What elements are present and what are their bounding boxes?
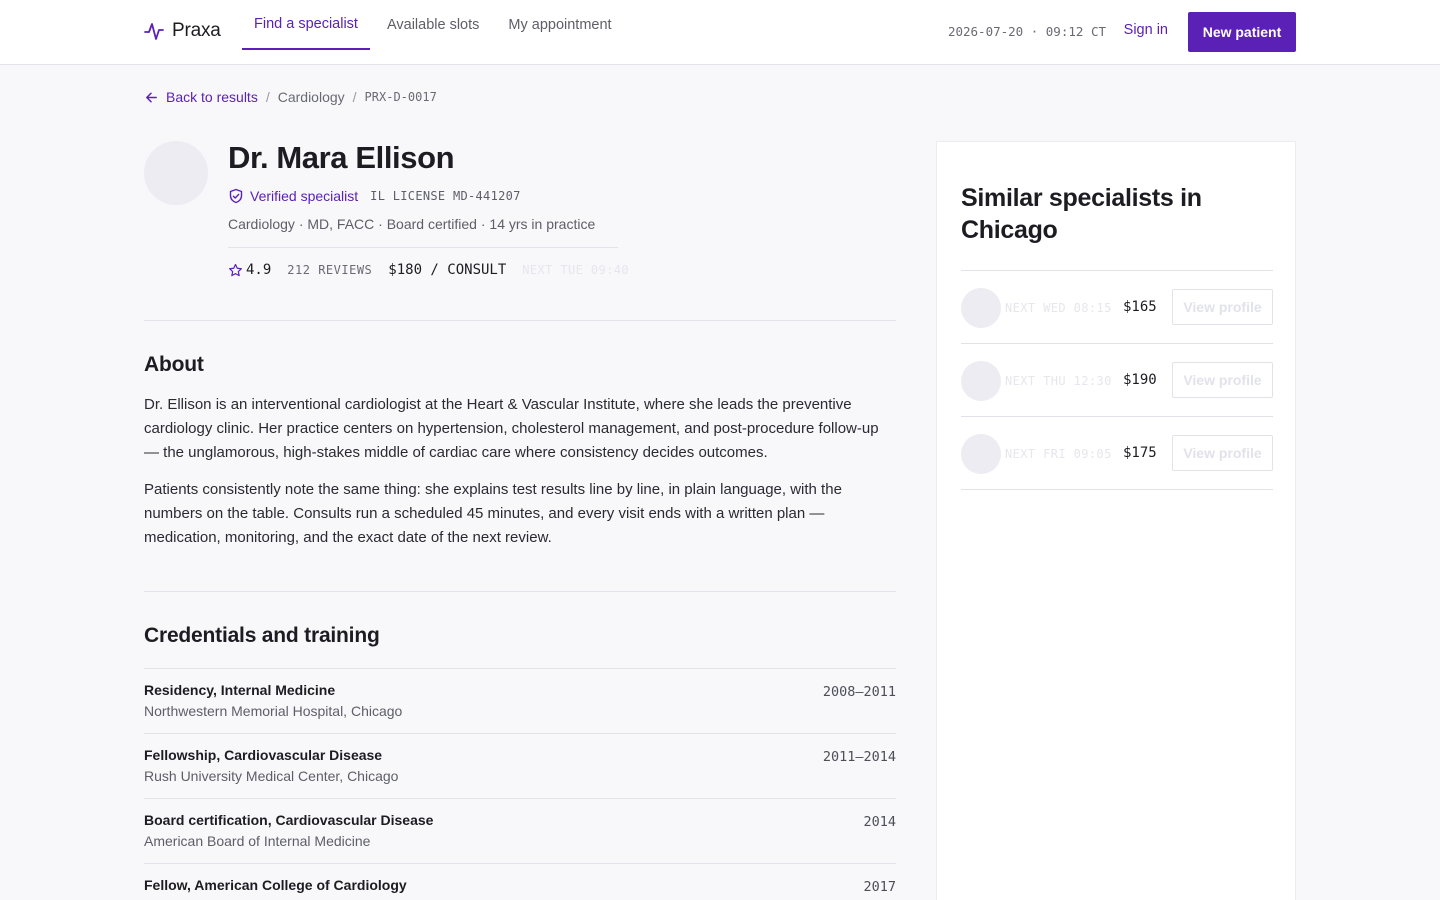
credential-title: Fellow, American College of Cardiology [144, 877, 407, 893]
specialist-price: $190 [1123, 372, 1157, 388]
arrow-left-icon [146, 92, 157, 102]
breadcrumb-doctor-code: PRX-D-0017 [364, 90, 437, 104]
specialist-price: $165 [1123, 299, 1157, 315]
brand-name: Praxa [172, 20, 221, 41]
about-title: About [144, 353, 204, 376]
stats-row: 4.9 212 REVIEWS $180 / CONSULT NEXT TUE … [228, 262, 629, 278]
verification-row: Verified specialist IL LICENSE MD-441207 [228, 188, 521, 204]
specialist-next-slot: NEXT WED 08:15 [1005, 301, 1112, 315]
new-patient-button[interactable]: New patient [1188, 12, 1296, 52]
credential-year: 2017 [863, 879, 896, 895]
credential-row: Board certification, Cardiovascular Dise… [144, 798, 896, 863]
specialist-price: $175 [1123, 445, 1157, 461]
tab-available-slots[interactable]: Available slots [375, 0, 491, 50]
similar-specialist-row: NEXT THU 12:30 $190 View profile [961, 344, 1273, 417]
verified-badge: Verified specialist [250, 188, 359, 204]
sign-in-link[interactable]: Sign in [1124, 22, 1168, 38]
credential-title: Residency, Internal Medicine [144, 682, 336, 698]
credential-row: Fellow, American College of Cardiology 2… [144, 863, 896, 900]
back-to-results-link[interactable]: Back to results [144, 89, 258, 105]
breadcrumb-separator: / [265, 89, 270, 105]
credentials-list: Residency, Internal Medicine Northwester… [144, 668, 896, 900]
credential-row: Residency, Internal Medicine Northwester… [144, 668, 896, 733]
license-number: IL LICENSE MD-441207 [370, 189, 521, 203]
doctor-subinfo: Cardiology · MD, FACC · Board certified … [228, 216, 596, 232]
credential-org: Northwestern Memorial Hospital, Chicago [144, 703, 403, 719]
specialist-avatar [961, 434, 1001, 474]
review-count[interactable]: 212 REVIEWS [287, 263, 372, 277]
shield-check-icon [229, 188, 243, 204]
credential-title: Board certification, Cardiovascular Dise… [144, 812, 434, 828]
credential-year: 2014 [863, 814, 896, 830]
about-paragraph: Dr. Ellison is an interventional cardiol… [144, 396, 879, 461]
clock-readout: 2026-07-20 · 09:12 CT [947, 24, 1106, 39]
view-profile-button[interactable]: View profile [1172, 362, 1273, 398]
credential-year: 2011–2014 [822, 749, 896, 765]
specialist-avatar [961, 288, 1001, 328]
tab-find-specialist[interactable]: Find a specialist [242, 0, 370, 50]
credential-org: Rush University Medical Center, Chicago [144, 768, 399, 784]
specialist-avatar [961, 361, 1001, 401]
divider [228, 247, 618, 248]
similar-specialists-title: Similar specialists in Chicago [961, 184, 1202, 244]
breadcrumb-separator: / [352, 89, 357, 105]
divider [144, 320, 896, 321]
breadcrumb-category[interactable]: Cardiology [278, 89, 345, 105]
similar-specialists-list: NEXT WED 08:15 $165 View profile NEXT TH… [961, 270, 1273, 490]
specialist-next-slot: NEXT FRI 09:05 [1005, 447, 1112, 461]
main-nav: Find a specialist Available slots My app… [242, 0, 629, 65]
credential-row: Fellowship, Cardiovascular Disease Rush … [144, 733, 896, 798]
top-bar: Praxa Find a specialist Available slots … [0, 0, 1440, 65]
similar-specialist-row: NEXT WED 08:15 $165 View profile [961, 271, 1273, 344]
credential-title: Fellowship, Cardiovascular Disease [144, 747, 383, 763]
credential-year: 2008–2011 [822, 684, 896, 700]
specialist-next-slot: NEXT THU 12:30 [1005, 374, 1112, 388]
star-outline-icon [228, 263, 243, 276]
next-available-slot: NEXT TUE 09:40 [522, 263, 630, 277]
credential-org: American Board of Internal Medicine [144, 833, 371, 849]
breadcrumb: Back to results / Cardiology / PRX-D-001… [144, 89, 437, 105]
doctor-name: Dr. Mara Ellison [228, 140, 455, 175]
divider [144, 591, 896, 592]
view-profile-button[interactable]: View profile [1172, 435, 1273, 471]
back-link-label: Back to results [166, 89, 258, 105]
rating-value: 4.9 [246, 262, 272, 278]
pulse-icon [144, 23, 164, 40]
doctor-avatar [144, 141, 208, 205]
view-profile-button[interactable]: View profile [1172, 289, 1273, 325]
similar-specialists-card: Similar specialists in Chicago NEXT WED … [936, 141, 1296, 900]
credentials-title: Credentials and training [144, 624, 380, 647]
consult-price: $180 / CONSULT [388, 262, 507, 278]
tab-my-appointment[interactable]: My appointment [496, 0, 623, 50]
brand-logo[interactable]: Praxa [144, 20, 221, 42]
about-paragraph: Patients consistently note the same thin… [144, 481, 842, 546]
similar-specialist-row: NEXT FRI 09:05 $175 View profile [961, 417, 1273, 490]
